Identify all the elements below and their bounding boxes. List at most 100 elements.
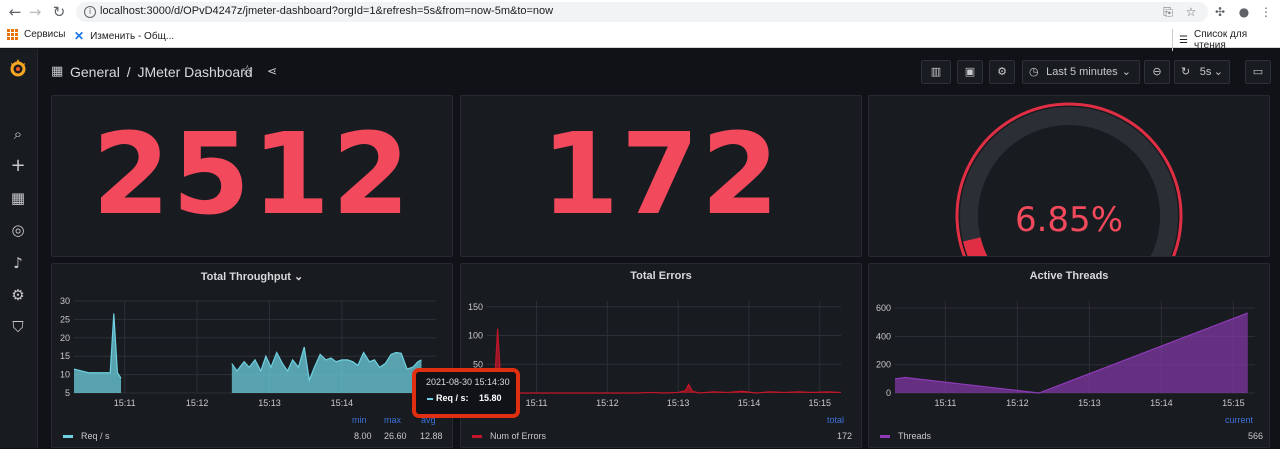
zoom-out-button[interactable]: ⊖	[1144, 60, 1170, 84]
stat-value: 172	[541, 110, 781, 240]
y-tick-label: 10	[60, 370, 70, 380]
x-tick-label: 15:11	[934, 398, 956, 408]
refresh-interval-label: 5s	[1199, 66, 1212, 78]
gauge-panel-error-rate[interactable]: 6.85%	[868, 95, 1270, 257]
errors-chart[interactable]: 1501005015:11 15:12 15:13 15:14 15:15	[461, 264, 861, 449]
monitor-icon: ▭	[1252, 65, 1264, 78]
tooltip-swatch	[427, 398, 433, 400]
search-icon[interactable]: ⌕	[9, 125, 27, 143]
y-tick-label: 15	[60, 351, 70, 361]
y-tick-label: 5	[65, 388, 70, 398]
x-tick-label: 15:12	[186, 398, 209, 408]
bookmark-apps[interactable]: Сервисы	[7, 29, 65, 40]
legend-current-value: 566	[1248, 431, 1264, 441]
tooltip-series: Req / s:	[436, 393, 469, 403]
refresh-picker[interactable]: ↻ 5s ⌄	[1174, 60, 1230, 84]
legend-series-label[interactable]: Req / s	[81, 431, 110, 441]
legend-min-value: 8.00	[354, 431, 372, 441]
info-icon[interactable]: i	[84, 6, 96, 18]
reading-list-icon: ☰	[1179, 34, 1188, 46]
graph-panel-threads[interactable]: Active Threads 600 400 200 0 15:11 15:12 15:13…	[868, 263, 1270, 448]
y-tick-label: 30	[60, 296, 70, 306]
reading-list-label: Список для чтения	[1193, 29, 1248, 51]
forward-icon[interactable]: →	[26, 4, 44, 20]
dashboard-header: ▦ General / JMeter Dashboard ☆ ⋖ ▥ ▣ ⚙ ◷…	[39, 49, 1280, 95]
add-panel-button[interactable]: ▥	[921, 60, 951, 84]
legend-max-value: 26.60	[384, 431, 407, 441]
settings-button[interactable]: ⚙	[989, 60, 1015, 84]
reading-list-button[interactable]: ☰ Список для чтения	[1172, 29, 1280, 51]
threads-chart[interactable]: 600 400 200 0 15:11 15:12 15:13 15:14 15:15	[869, 264, 1269, 449]
extensions-icon[interactable]: ✣	[1212, 4, 1228, 20]
browser-chrome: ← → ↻ i localhost:3000/d/OPvD4247z/jmete…	[0, 0, 1280, 51]
y-tick-label: 0	[886, 388, 891, 398]
translate-icon[interactable]: ⎘	[1160, 4, 1176, 20]
bookmarks-bar: Сервисы ✕ Изменить - Общ... ☰ Список для…	[0, 27, 1280, 51]
legend-swatch	[63, 435, 73, 438]
x-tick-label: 15:12	[596, 398, 619, 408]
y-tick-label: 150	[468, 302, 483, 312]
y-tick-label: 200	[876, 360, 891, 370]
x-tick-label: 15:14	[1150, 398, 1173, 408]
bookmark-label: Сервисы	[24, 29, 66, 40]
y-tick-label: 25	[60, 314, 70, 324]
dashboards-grid-icon[interactable]: ▦	[51, 64, 63, 79]
breadcrumb-folder[interactable]: General	[70, 64, 120, 80]
legend-series-label[interactable]: Num of Errors	[490, 431, 546, 441]
y-tick-label: 100	[468, 331, 483, 341]
back-icon[interactable]: ←	[6, 4, 24, 20]
clock-icon: ◷	[1029, 65, 1039, 78]
tooltip-value: 15.80	[479, 393, 502, 403]
menu-icon[interactable]: ⋮	[1258, 4, 1274, 20]
save-dashboard-button[interactable]: ▣	[957, 60, 983, 84]
chevron-down-icon: ⌄	[1121, 65, 1131, 78]
stat-panel-total-errors[interactable]: 172	[460, 95, 862, 257]
share-icon[interactable]: ⋖	[267, 64, 277, 78]
alerting-bell-icon[interactable]: ♪	[9, 254, 27, 272]
graph-panel-errors[interactable]: Total Errors 150 100 50 15:11 15:12 15:13 15:1…	[460, 263, 862, 448]
bookmark-x-icon: ✕	[74, 29, 85, 43]
legend-avg-value: 12.88	[420, 431, 443, 441]
x-tick-label: 15:15	[1222, 398, 1245, 408]
gauge-value-arc	[963, 237, 988, 256]
star-icon[interactable]: ☆	[241, 63, 254, 79]
graph-tooltip: 2021-08-30 15:14:30 Req / s: 15.80	[412, 368, 520, 418]
y-tick-label: 20	[60, 333, 70, 343]
tooltip-time: 2021-08-30 15:14:30	[426, 377, 510, 387]
legend-header-current[interactable]: current	[1225, 415, 1253, 425]
legend-series-label[interactable]: Threads	[898, 431, 931, 441]
x-tick-label: 15:12	[1006, 398, 1029, 408]
stat-panel-total-requests[interactable]: 2512	[51, 95, 453, 257]
time-picker[interactable]: ◷ Last 5 minutes ⌄	[1022, 60, 1140, 84]
x-tick-label: 15:11	[114, 398, 136, 408]
x-tick-label: 15:13	[667, 398, 690, 408]
x-tick-label: 15:14	[738, 398, 761, 408]
sidebar: ⌕ + ▦ ◎ ♪ ⚙ ⛉	[0, 49, 38, 448]
tv-mode-button[interactable]: ▭	[1245, 60, 1271, 84]
x-tick-label: 15:15	[808, 398, 831, 408]
legend-header-total[interactable]: total	[827, 415, 844, 425]
reload-icon[interactable]: ↻	[50, 4, 68, 20]
bookmark-edit[interactable]: ✕ Изменить - Общ...	[74, 29, 174, 43]
page-title[interactable]: JMeter Dashboard	[137, 64, 252, 80]
address-bar[interactable]: i localhost:3000/d/OPvD4247z/jmeter-dash…	[76, 2, 1208, 22]
create-plus-icon[interactable]: +	[9, 157, 27, 175]
bookmark-star-icon[interactable]: ☆	[1183, 4, 1199, 20]
x-tick-label: 15:13	[1078, 398, 1101, 408]
legend-header-min[interactable]: min	[352, 415, 367, 425]
gauge-value-text: 6.85%	[1014, 200, 1123, 240]
legend-swatch	[472, 435, 482, 438]
apps-grid-icon	[7, 29, 18, 40]
y-tick-label: 400	[876, 331, 891, 341]
series-area	[487, 328, 841, 393]
shield-icon[interactable]: ⛉	[9, 318, 27, 336]
graph-panel-throughput[interactable]: Total Throughput ⌄ 30 25 20 15 10 5 15:11 15:12…	[51, 263, 453, 448]
configuration-gear-icon[interactable]: ⚙	[9, 286, 27, 304]
legend-header-max[interactable]: max	[384, 415, 401, 425]
profile-avatar[interactable]: ●	[1236, 4, 1252, 20]
grafana-logo-icon[interactable]	[8, 57, 28, 79]
dashboards-icon[interactable]: ▦	[9, 189, 27, 207]
explore-compass-icon[interactable]: ◎	[9, 221, 27, 239]
save-icon: ▣	[964, 65, 976, 78]
chevron-down-icon: ⌄	[1213, 65, 1223, 78]
